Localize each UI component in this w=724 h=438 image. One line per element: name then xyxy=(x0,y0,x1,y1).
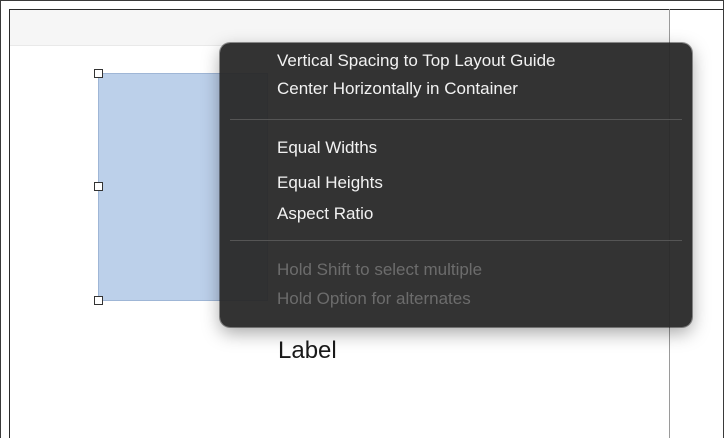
interface-builder-canvas: Label Vertical Spacing to Top Layout Gui… xyxy=(0,0,724,438)
canvas-top-bar xyxy=(9,9,669,46)
menu-item-equal-widths[interactable]: Equal Widths xyxy=(277,137,377,159)
menu-separator xyxy=(230,119,682,120)
resize-handle-bottom-left[interactable] xyxy=(94,296,103,305)
menu-separator xyxy=(230,240,682,241)
resize-handle-middle-left[interactable] xyxy=(94,182,103,191)
menu-item-vertical-spacing-top-layout-guide[interactable]: Vertical Spacing to Top Layout Guide xyxy=(277,50,555,72)
resize-handle-top-left[interactable] xyxy=(94,69,103,78)
canvas-border-top xyxy=(9,9,723,10)
menu-item-equal-heights[interactable]: Equal Heights xyxy=(277,172,383,194)
canvas-border-left xyxy=(9,9,10,438)
menu-hint-hold-shift: Hold Shift to select multiple xyxy=(277,260,483,279)
label-element[interactable]: Label xyxy=(278,337,337,365)
menu-hint-hold-option: Hold Option for alternates xyxy=(277,289,471,308)
menu-item-center-horizontally-in-container[interactable]: Center Horizontally in Container xyxy=(277,78,518,100)
constraints-context-menu: Vertical Spacing to Top Layout Guide Cen… xyxy=(220,43,692,327)
menu-item-aspect-ratio[interactable]: Aspect Ratio xyxy=(277,203,373,225)
